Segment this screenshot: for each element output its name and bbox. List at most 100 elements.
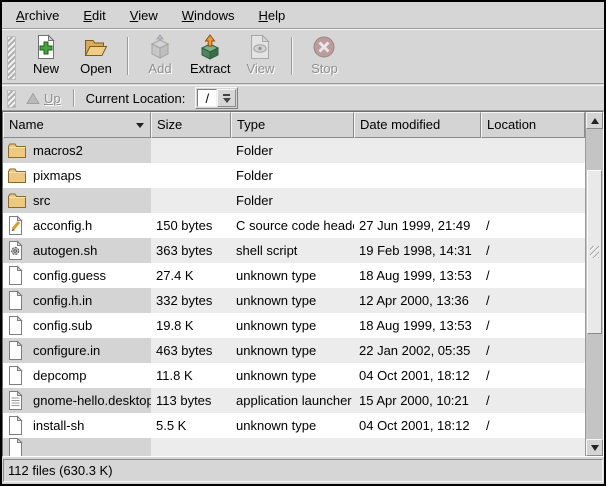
cell-date: 04 Oct 2001, 18:12 xyxy=(354,363,481,388)
cell-name xyxy=(3,438,151,456)
scrollbar-up-button[interactable] xyxy=(586,112,603,129)
document-icon xyxy=(7,290,27,311)
menu-edit[interactable]: Edit xyxy=(71,2,117,28)
file-list-rows: macros2FolderpixmapsFoldersrcFolderaccon… xyxy=(3,138,585,456)
toolbar: New Open Add xyxy=(2,29,604,84)
table-row[interactable]: config.h.in332 bytesunknown type12 Apr 2… xyxy=(3,288,585,313)
cell-size: 5.5 K xyxy=(151,413,231,438)
cell-size: 27.4 K xyxy=(151,263,231,288)
cell-size: 332 bytes xyxy=(151,288,231,313)
cell-type: unknown type xyxy=(231,313,354,338)
cell-type: unknown type xyxy=(231,338,354,363)
locationbar-separator xyxy=(73,89,75,107)
cell-size xyxy=(151,138,231,163)
column-header-location[interactable]: Location xyxy=(481,112,585,138)
cell-size: 150 bytes xyxy=(151,213,231,238)
cell-name: src xyxy=(3,188,151,213)
up-button[interactable]: Up xyxy=(21,89,66,108)
cell-date xyxy=(354,163,481,188)
table-row[interactable]: install-sh5.5 Kunknown type04 Oct 2001, … xyxy=(3,413,585,438)
column-header-size[interactable]: Size xyxy=(151,112,231,138)
file-name: configure.in xyxy=(33,338,100,363)
cell-name: install-sh xyxy=(3,413,151,438)
cell-name: config.sub xyxy=(3,313,151,338)
view-button[interactable]: View xyxy=(235,33,285,77)
cell-type: C source code header xyxy=(231,213,354,238)
table-row[interactable]: depcomp11.8 Kunknown type04 Oct 2001, 18… xyxy=(3,363,585,388)
cell-name: macros2 xyxy=(3,138,151,163)
cell-location: / xyxy=(481,338,585,363)
location-combo-dropdown-button[interactable] xyxy=(217,89,236,107)
table-row[interactable]: config.sub19.8 Kunknown type18 Aug 1999,… xyxy=(3,313,585,338)
cell-name: config.guess xyxy=(3,263,151,288)
cell-type: unknown type xyxy=(231,288,354,313)
cell-date xyxy=(354,188,481,213)
document-icon xyxy=(7,365,27,386)
location-combo-value[interactable]: / xyxy=(197,89,217,107)
up-arrow-icon xyxy=(26,92,40,105)
cell-date: 15 Apr 2000, 10:21 xyxy=(354,388,481,413)
cell-date xyxy=(354,138,481,163)
document-icon xyxy=(7,265,27,286)
cell-name: acconfig.h xyxy=(3,213,151,238)
add-button[interactable]: Add xyxy=(135,33,185,77)
extract-button[interactable]: Extract xyxy=(185,33,235,77)
open-archive-icon xyxy=(83,34,109,60)
table-row[interactable]: configure.in463 bytesunknown type22 Jan … xyxy=(3,338,585,363)
file-name: depcomp xyxy=(33,363,86,388)
table-row[interactable]: autogen.sh363 bytesshell script19 Feb 19… xyxy=(3,238,585,263)
cell-location xyxy=(481,438,585,456)
view-file-icon xyxy=(247,34,273,60)
cell-name: depcomp xyxy=(3,363,151,388)
combo-arrow-icon xyxy=(223,94,230,96)
scroll-down-icon xyxy=(591,445,599,451)
scroll-up-icon xyxy=(591,118,599,124)
column-header-name[interactable]: Name xyxy=(3,112,151,138)
menu-help[interactable]: Help xyxy=(246,2,297,28)
cell-location: / xyxy=(481,263,585,288)
table-row[interactable]: acconfig.h150 bytesC source code header2… xyxy=(3,213,585,238)
table-row[interactable]: gnome-hello.desktop113 bytesapplication … xyxy=(3,388,585,413)
file-name: src xyxy=(33,188,50,213)
cell-type: Folder xyxy=(231,163,354,188)
locationbar-drag-handle[interactable] xyxy=(7,90,16,108)
menubar: Archive Edit View Windows Help xyxy=(2,2,604,29)
scrollbar-down-button[interactable] xyxy=(586,439,603,456)
add-files-icon xyxy=(147,34,173,60)
scrollbar-thumb[interactable] xyxy=(587,170,602,334)
column-header-date-modified[interactable]: Date modified xyxy=(354,112,481,138)
file-list-header: Name Size Type Date modified Location xyxy=(3,112,585,138)
menu-windows[interactable]: Windows xyxy=(170,2,247,28)
table-row-partial[interactable] xyxy=(3,438,585,456)
document-icon xyxy=(7,315,27,336)
cell-name: configure.in xyxy=(3,338,151,363)
file-name: acconfig.h xyxy=(33,213,92,238)
new-button[interactable]: New xyxy=(21,33,71,77)
extract-button-label: Extract xyxy=(190,61,230,76)
folder-icon xyxy=(7,190,27,211)
new-button-label: New xyxy=(33,61,59,76)
table-row[interactable]: srcFolder xyxy=(3,188,585,213)
document-icon xyxy=(7,438,27,456)
up-button-label: Up xyxy=(44,91,61,106)
toolbar-drag-handle[interactable] xyxy=(7,36,16,80)
cell-location xyxy=(481,163,585,188)
file-list: Name Size Type Date modified Location ma… xyxy=(2,111,604,457)
open-button[interactable]: Open xyxy=(71,33,121,77)
add-button-label: Add xyxy=(148,61,171,76)
cell-name: autogen.sh xyxy=(3,238,151,263)
column-header-type[interactable]: Type xyxy=(231,112,354,138)
document-icon xyxy=(7,415,27,436)
table-row[interactable]: macros2Folder xyxy=(3,138,585,163)
cell-size: 113 bytes xyxy=(151,388,231,413)
table-row[interactable]: pixmapsFolder xyxy=(3,163,585,188)
vertical-scrollbar[interactable] xyxy=(585,112,603,456)
cell-type: unknown type xyxy=(231,363,354,388)
menu-archive[interactable]: Archive xyxy=(4,2,71,28)
stop-button[interactable]: Stop xyxy=(299,33,349,77)
file-name: gnome-hello.desktop xyxy=(33,388,151,413)
menu-view[interactable]: View xyxy=(118,2,170,28)
cell-location: / xyxy=(481,363,585,388)
extract-icon xyxy=(197,34,223,60)
table-row[interactable]: config.guess27.4 Kunknown type18 Aug 199… xyxy=(3,263,585,288)
